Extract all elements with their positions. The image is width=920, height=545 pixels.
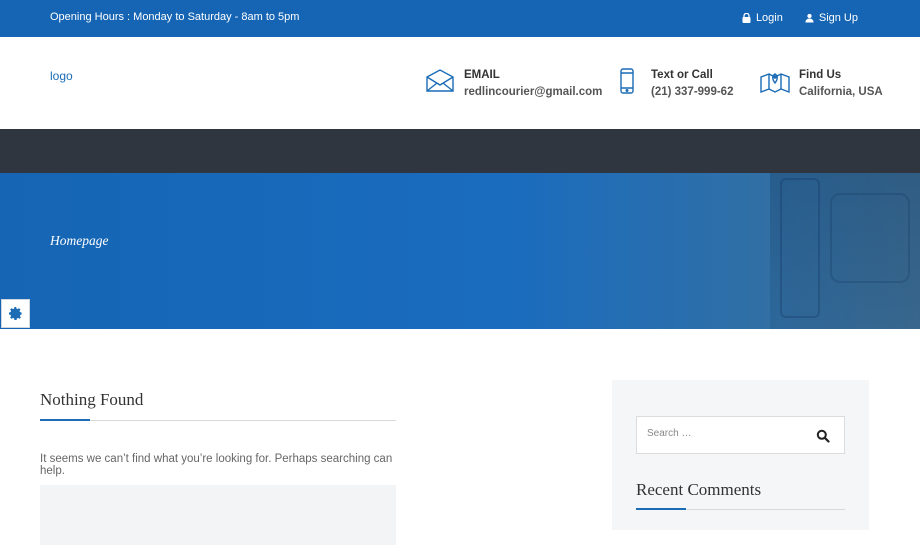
- search-input[interactable]: [647, 428, 797, 439]
- page-title: Nothing Found: [40, 390, 144, 409]
- main-navigation: [0, 129, 920, 173]
- user-icon: [805, 13, 814, 23]
- login-label: Login: [755, 12, 783, 24]
- lock-icon: [742, 13, 751, 23]
- page-banner: Homepage: [0, 173, 920, 329]
- opening-hours: Opening Hours : Monday to Saturday - 8am…: [50, 11, 300, 23]
- site-header: logo EMAIL redlincourier@gmail.com Text …: [0, 37, 920, 129]
- call-title: Text or Call: [651, 69, 713, 81]
- main-content: Nothing Found It seems we can’t find wha…: [40, 390, 396, 545]
- contact-email: EMAIL redlincourier@gmail.com: [425, 67, 602, 101]
- settings-toggle[interactable]: [1, 299, 30, 328]
- call-value[interactable]: (21) 337-999-62: [651, 83, 733, 101]
- find-value: California, USA: [799, 86, 883, 98]
- mobile-phone-icon: [620, 68, 634, 94]
- title-divider: [40, 419, 396, 421]
- auth-links: Login Sign Up: [742, 12, 858, 24]
- contact-call: Text or Call (21) 337-999-62: [612, 67, 733, 101]
- search-form-area: [40, 485, 396, 545]
- signup-label: Sign Up: [818, 12, 858, 24]
- logo-link[interactable]: logo: [50, 69, 73, 83]
- breadcrumb[interactable]: Homepage: [50, 233, 108, 249]
- email-value[interactable]: redlincourier@gmail.com: [464, 83, 602, 101]
- banner-background-image: [770, 173, 920, 329]
- recent-comments-divider: [636, 508, 845, 510]
- login-link[interactable]: Login: [742, 12, 783, 24]
- contact-find: Find Us California, USA: [760, 67, 883, 101]
- email-title: EMAIL: [464, 69, 500, 81]
- search-icon[interactable]: [816, 429, 830, 443]
- gear-icon: [9, 307, 22, 320]
- not-found-message: It seems we can’t find what you’re looki…: [40, 453, 393, 477]
- top-bar: Opening Hours : Monday to Saturday - 8am…: [0, 0, 920, 37]
- find-title: Find Us: [799, 69, 842, 81]
- sidebar-search-form: [636, 416, 845, 454]
- envelope-icon: [426, 69, 454, 92]
- map-icon: [760, 73, 790, 93]
- recent-comments-title: Recent Comments: [636, 480, 762, 499]
- signup-link[interactable]: Sign Up: [805, 12, 858, 24]
- sidebar: Recent Comments: [612, 380, 869, 530]
